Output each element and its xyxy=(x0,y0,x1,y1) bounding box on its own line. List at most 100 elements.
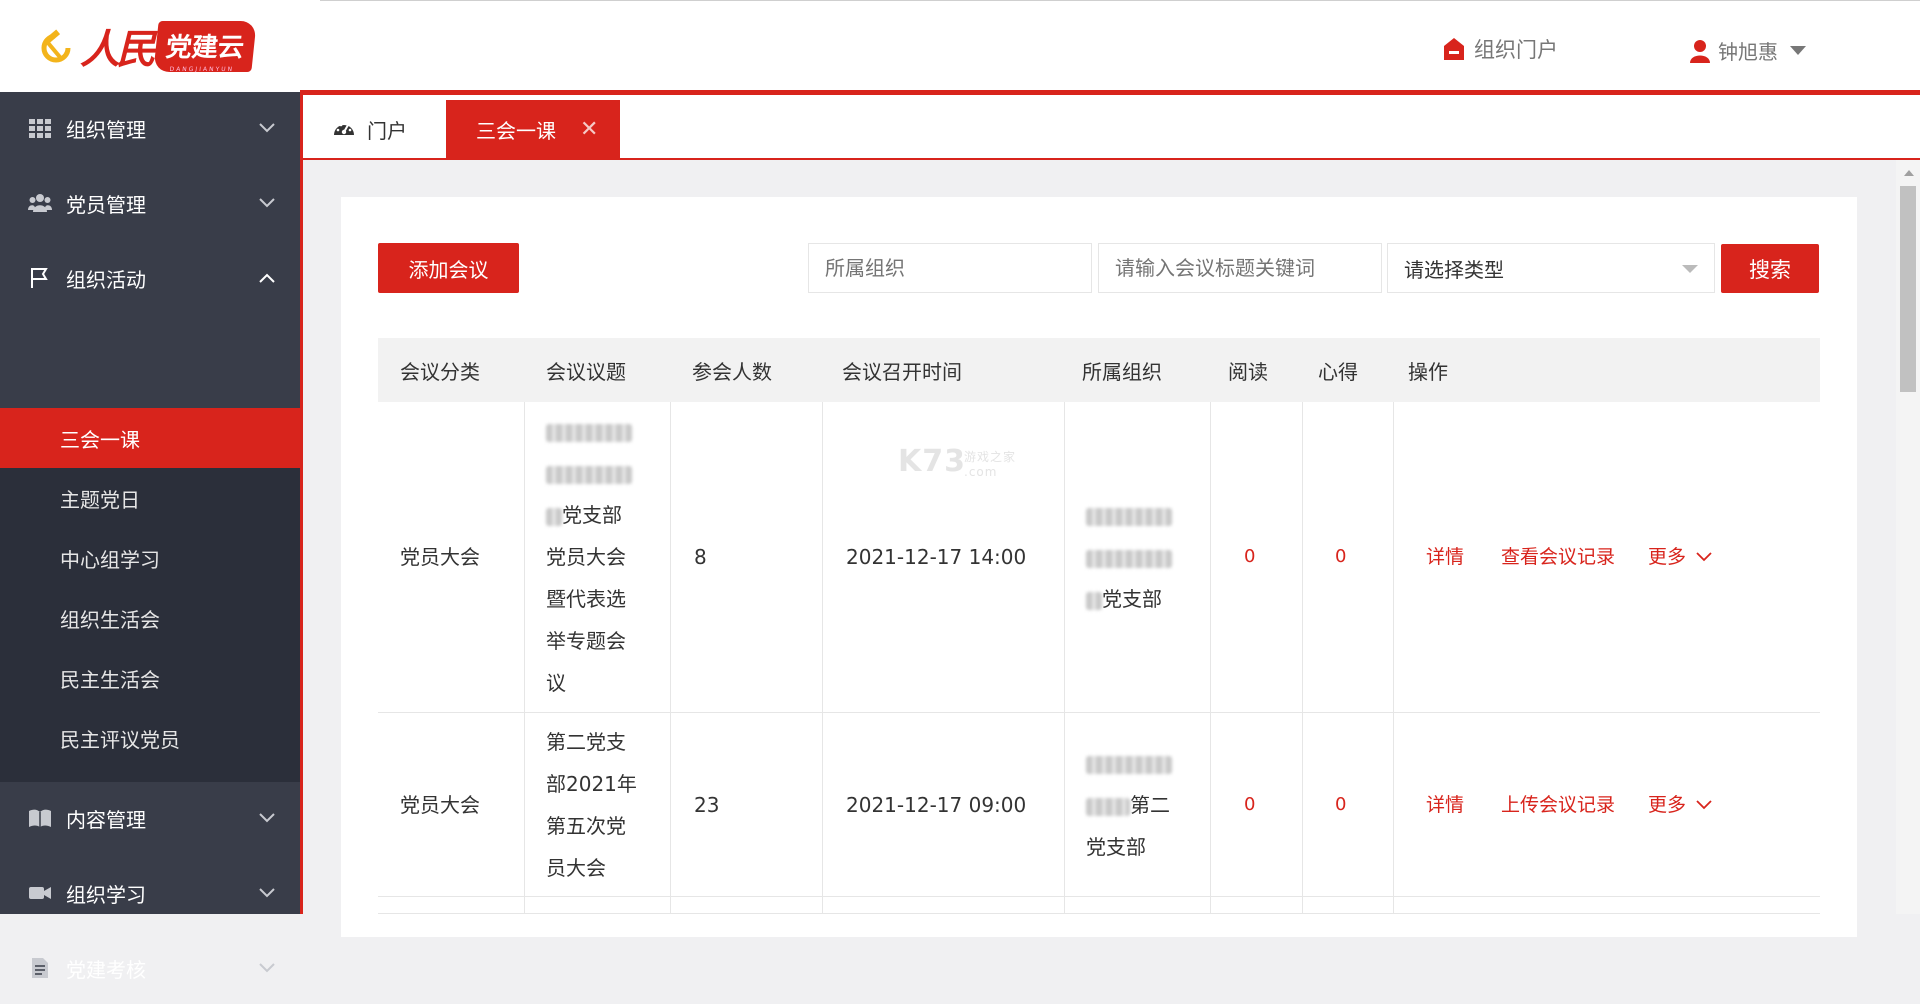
sidebar-item-label: 组织活动 xyxy=(66,267,146,292)
column-divider xyxy=(524,713,525,896)
sidebar-item-party-assessment[interactable]: 党建考核 xyxy=(0,932,300,1004)
detail-link[interactable]: 详情 xyxy=(1426,713,1464,896)
cell-org: 第二 党支部 xyxy=(1086,742,1172,868)
cell-notes-count: 0 xyxy=(1335,793,1347,815)
org-filter-input[interactable] xyxy=(808,243,1092,293)
user-menu[interactable]: 钟旭惠 xyxy=(1690,36,1806,65)
sidebar-item-label: 组织管理 xyxy=(66,117,146,142)
more-label: 更多 xyxy=(1648,793,1687,816)
column-divider xyxy=(524,897,525,913)
topic-line: 党支部 xyxy=(546,494,632,536)
column-divider xyxy=(1302,897,1303,913)
cell-org: 党支部 xyxy=(1086,494,1172,620)
close-icon[interactable]: ✕ xyxy=(580,117,598,142)
submenu-item-democratic-life-meeting[interactable]: 民主生活会 xyxy=(0,648,300,708)
topic-line: 举专题会 xyxy=(546,629,626,653)
org-portal-label: 组织门户 xyxy=(1474,38,1558,62)
logo-flag-subtext: DANGJIANYUN xyxy=(169,65,235,73)
column-divider xyxy=(1210,402,1211,712)
column-header: 操作 xyxy=(1408,359,1448,384)
sidebar-accent-line xyxy=(300,92,303,914)
cell-notes-count: 0 xyxy=(1335,546,1347,567)
org-portal-link[interactable]: 组织门户 xyxy=(1442,34,1558,64)
chevron-down-icon xyxy=(259,813,275,823)
column-header: 会议召开时间 xyxy=(842,359,962,384)
submenu-item-label: 民主评议党员 xyxy=(60,727,180,752)
more-dropdown[interactable]: 更多 xyxy=(1648,713,1712,896)
watermark: K73 游戏之家 .com xyxy=(898,444,1015,479)
sidebar-item-org-management[interactable]: 组织管理 xyxy=(0,92,300,164)
detail-link[interactable]: 详情 xyxy=(1426,402,1464,712)
logo-flag-text: 党建云 xyxy=(164,32,246,63)
org-line: 党支部 xyxy=(1086,835,1146,859)
cell-time: 2021-12-17 09:00 xyxy=(846,792,1027,817)
topic-line: 第五次党 xyxy=(546,814,626,838)
column-header: 心得 xyxy=(1318,359,1358,384)
book-icon xyxy=(29,809,51,827)
column-divider xyxy=(524,402,525,712)
column-header: 阅读 xyxy=(1228,359,1268,384)
column-divider xyxy=(670,897,671,913)
view-record-link[interactable]: 查看会议记录 xyxy=(1501,402,1615,712)
search-button[interactable]: 搜索 xyxy=(1721,244,1819,293)
column-divider xyxy=(822,402,823,712)
flag-icon xyxy=(31,268,48,288)
cell-category: 党员大会 xyxy=(400,545,480,569)
vertical-scrollbar[interactable] xyxy=(1896,160,1920,914)
tab-three-meetings[interactable]: 三会一课 ✕ xyxy=(446,100,620,158)
table-row[interactable]: 党员大会 第二党支 部2021年 第五次党 员大会 23 2021-12-17 … xyxy=(378,713,1820,897)
submenu-item-center-study[interactable]: 中心组学习 xyxy=(0,528,300,588)
submenu-item-label: 三会一课 xyxy=(60,427,140,452)
logo-script-text: 人民 xyxy=(80,26,156,73)
topic-line: 部2021年 xyxy=(546,772,637,796)
table-header: 会议分类 会议议题 参会人数 会议召开时间 所属组织 阅读 心得 操作 xyxy=(378,338,1820,402)
caret-down-icon xyxy=(1790,46,1806,55)
table-row[interactable]: 党员大会 党支部 党员大会 暨代表选 举专题会 议 8 2021-12-17 1… xyxy=(378,402,1820,713)
column-header: 参会人数 xyxy=(692,359,772,384)
type-select-value: 请选择类型 xyxy=(1404,257,1504,282)
sidebar-submenu: 三会一课 主题党日 中心组学习 组织生活会 民主生活会 民主评议党员 xyxy=(0,408,300,782)
submenu-item-label: 中心组学习 xyxy=(60,547,160,572)
cell-attendees: 8 xyxy=(694,545,707,569)
cell-topic: 党支部 党员大会 暨代表选 举专题会 议 xyxy=(546,410,632,704)
add-meeting-button[interactable]: 添加会议 xyxy=(378,243,519,293)
scroll-up-arrow-icon[interactable] xyxy=(1904,170,1914,176)
submenu-item-member-evaluation[interactable]: 民主评议党员 xyxy=(0,708,300,768)
sidebar-item-member-management[interactable]: 党员管理 xyxy=(0,167,300,239)
redacted-text xyxy=(1086,536,1172,578)
sidebar-item-org-study[interactable]: 组织学习 xyxy=(0,857,300,929)
sidebar-item-label: 内容管理 xyxy=(66,807,146,832)
chevron-down-icon xyxy=(1696,552,1712,562)
top-header: 人民 党建云 DANGJIANYUN 组织门户 钟旭惠 xyxy=(0,0,1920,92)
redacted-text xyxy=(1086,494,1172,536)
column-divider xyxy=(670,713,671,896)
chevron-up-icon xyxy=(259,273,275,283)
type-select[interactable]: 请选择类型 xyxy=(1387,243,1715,293)
home-icon xyxy=(1444,38,1464,60)
scroll-thumb[interactable] xyxy=(1900,186,1916,392)
table-row[interactable] xyxy=(378,897,1820,914)
redacted-text xyxy=(1086,742,1172,784)
topic-line: 暨代表选 xyxy=(546,587,626,611)
submenu-item-label: 组织生活会 xyxy=(60,607,160,632)
column-divider xyxy=(1064,713,1065,896)
org-line-text: 党支部 xyxy=(1102,587,1162,611)
submenu-item-theme-day[interactable]: 主题党日 xyxy=(0,468,300,528)
submenu-item-label: 主题党日 xyxy=(60,487,140,512)
redacted-text xyxy=(546,452,632,494)
submenu-item-org-life-meeting[interactable]: 组织生活会 xyxy=(0,588,300,648)
tab-portal[interactable]: 门户 xyxy=(333,100,407,158)
submenu-item-three-meetings[interactable]: 三会一课 xyxy=(0,408,300,468)
tab-active-label: 三会一课 xyxy=(476,118,556,143)
sidebar-item-org-activities[interactable]: 组织活动 xyxy=(0,242,300,314)
topic-line: 党员大会 xyxy=(546,545,626,569)
upload-record-link[interactable]: 上传会议记录 xyxy=(1501,713,1615,896)
cell-category: 党员大会 xyxy=(400,792,480,817)
more-label: 更多 xyxy=(1648,546,1687,568)
sidebar-item-content-management[interactable]: 内容管理 xyxy=(0,782,300,854)
org-line: 第二 xyxy=(1086,784,1172,826)
app-logo[interactable]: 人民 党建云 DANGJIANYUN xyxy=(36,16,257,76)
keyword-search-input[interactable] xyxy=(1098,243,1382,293)
column-header: 会议分类 xyxy=(400,359,480,384)
more-dropdown[interactable]: 更多 xyxy=(1648,402,1712,712)
